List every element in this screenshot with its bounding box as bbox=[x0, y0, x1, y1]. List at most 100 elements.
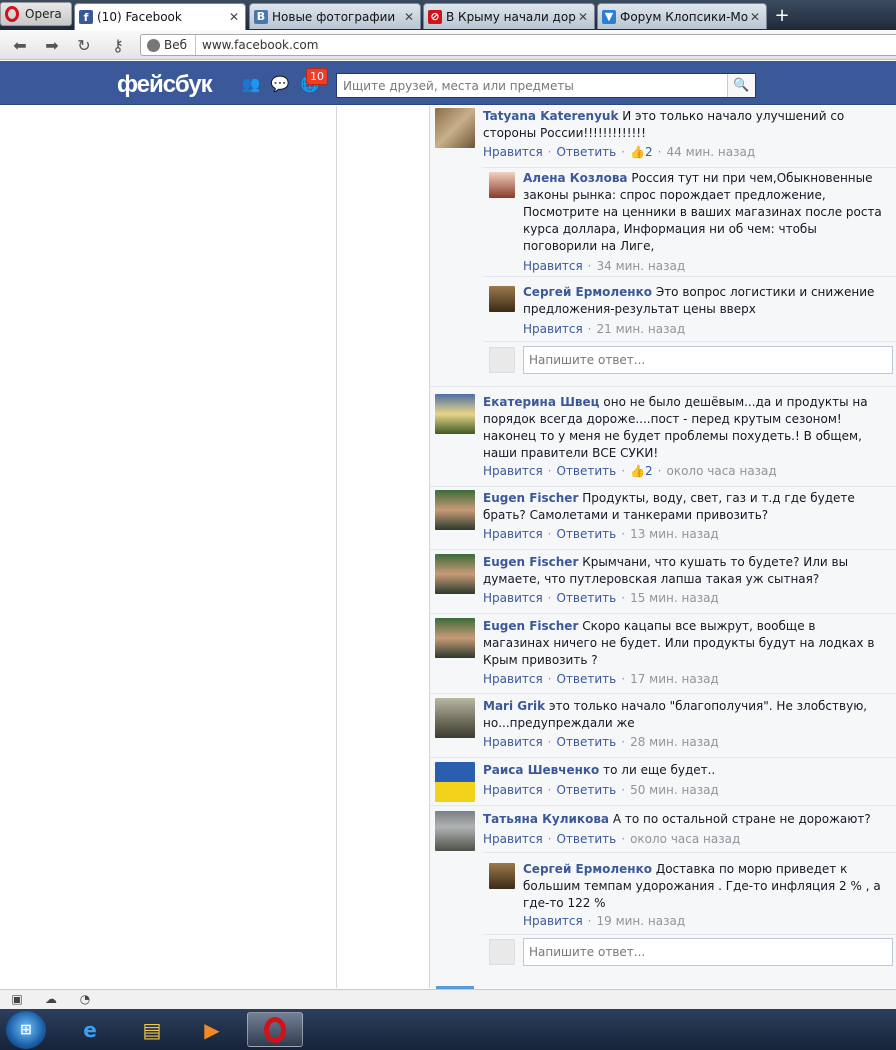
avatar[interactable] bbox=[435, 554, 475, 594]
comment-time[interactable]: 13 мин. назад bbox=[630, 527, 719, 541]
comment-time[interactable]: 50 мин. назад bbox=[630, 783, 719, 797]
comment-time[interactable]: 19 мин. назад bbox=[597, 914, 686, 928]
tab-vk-photos[interactable]: B Новые фотографии ✕ bbox=[249, 3, 421, 29]
start-button[interactable]: ⊞ bbox=[6, 1011, 46, 1049]
opera-taskbar-icon[interactable] bbox=[247, 1012, 303, 1047]
comment-time[interactable]: 34 мин. назад bbox=[597, 259, 686, 273]
comment-author[interactable]: Раиса Шевченко bbox=[483, 763, 599, 777]
avatar[interactable] bbox=[489, 863, 515, 889]
close-tab-icon[interactable]: ✕ bbox=[227, 10, 241, 24]
speed-dial-icon[interactable]: ◔ bbox=[77, 992, 93, 1006]
tab-facebook[interactable]: f (10) Facebook ✕ bbox=[74, 3, 246, 30]
like-link[interactable]: Нравится bbox=[483, 832, 543, 846]
media-player-icon[interactable]: ▶ bbox=[184, 1012, 240, 1047]
comment-author[interactable]: Сергей Ермоленко bbox=[523, 862, 652, 876]
back-button[interactable]: ⬅ bbox=[10, 35, 30, 55]
comment-actions: Нравится · 21 мин. назад bbox=[523, 322, 686, 336]
close-tab-icon[interactable]: ✕ bbox=[748, 10, 762, 24]
likes-count[interactable]: 👍2 bbox=[630, 145, 653, 159]
comment-time[interactable]: 21 мин. назад bbox=[597, 322, 686, 336]
address-prefix: Веб bbox=[164, 38, 188, 52]
reply-input[interactable]: Напишите ответ... bbox=[523, 346, 893, 374]
avatar[interactable] bbox=[489, 286, 515, 312]
avatar[interactable] bbox=[489, 172, 515, 198]
like-link[interactable]: Нравится bbox=[483, 783, 543, 797]
internet-explorer-icon[interactable]: e bbox=[62, 1012, 118, 1047]
panel-toggle-icon[interactable]: ▣ bbox=[9, 992, 25, 1006]
divider bbox=[430, 757, 896, 758]
comment-author[interactable]: Алена Козлова bbox=[523, 171, 628, 185]
reload-button[interactable]: ↻ bbox=[74, 35, 94, 55]
avatar[interactable] bbox=[435, 811, 475, 851]
like-link[interactable]: Нравится bbox=[483, 145, 543, 159]
like-link[interactable]: Нравится bbox=[483, 527, 543, 541]
comment-author[interactable]: Eugen Fischer bbox=[483, 555, 578, 569]
comment-author[interactable]: Сергей Ермоленко bbox=[523, 285, 652, 299]
close-tab-icon[interactable]: ✕ bbox=[576, 10, 590, 24]
comment-time[interactable]: около часа назад bbox=[667, 464, 777, 478]
tab-crimea-news[interactable]: ⊘ В Крыму начали доро ✕ bbox=[423, 3, 595, 29]
tab-forum[interactable]: ▼ Форум Клопсики-Мо ✕ bbox=[597, 3, 767, 29]
opera-menu-button[interactable]: Opera bbox=[0, 2, 72, 26]
reply-link[interactable]: Ответить bbox=[557, 591, 617, 605]
friend-requests-icon[interactable]: 👥 bbox=[241, 75, 261, 93]
comment-author[interactable]: Mari Grik bbox=[483, 699, 545, 713]
like-link[interactable]: Нравится bbox=[483, 735, 543, 749]
comment-author[interactable]: Tatyana Katerenyuk bbox=[483, 109, 618, 123]
divider bbox=[430, 805, 896, 806]
like-link[interactable]: Нравится bbox=[483, 672, 543, 686]
comment-time[interactable]: 15 мин. назад bbox=[630, 591, 719, 605]
reply-link[interactable]: Ответить bbox=[557, 672, 617, 686]
like-link[interactable]: Нравится bbox=[523, 259, 583, 273]
key-icon[interactable]: ⚷ bbox=[106, 35, 130, 55]
comment-actions: Нравится · Ответить · 👍2 · 44 мин. назад bbox=[483, 145, 756, 159]
avatar[interactable] bbox=[435, 762, 475, 802]
reply-link[interactable]: Ответить bbox=[557, 464, 617, 478]
avatar bbox=[489, 939, 515, 965]
reply-link[interactable]: Ответить bbox=[557, 832, 617, 846]
reply-link[interactable]: Ответить bbox=[557, 783, 617, 797]
likes-number: 2 bbox=[645, 464, 653, 478]
comment-time[interactable]: 28 мин. назад bbox=[630, 735, 719, 749]
messages-icon[interactable]: 💬 bbox=[270, 75, 290, 93]
comment-author[interactable]: Екатерина Швец bbox=[483, 395, 600, 409]
cloud-icon[interactable]: ☁ bbox=[43, 992, 59, 1006]
address-bar[interactable]: Веб www.facebook.com bbox=[140, 34, 896, 56]
facebook-logo[interactable]: фейсбук bbox=[117, 71, 213, 99]
comment-time[interactable]: 17 мин. назад bbox=[630, 672, 719, 686]
windows-logo-icon: ⊞ bbox=[20, 1022, 32, 1038]
reply-link[interactable]: Ответить bbox=[557, 527, 617, 541]
comment-text: то ли еще будет.. bbox=[603, 763, 716, 777]
reply-input[interactable]: Напишите ответ... bbox=[523, 938, 893, 966]
like-link[interactable]: Нравится bbox=[523, 914, 583, 928]
search-icon[interactable]: 🔍 bbox=[727, 74, 755, 97]
comment-actions: Нравится · Ответить · 15 мин. назад bbox=[483, 591, 719, 605]
address-web-badge[interactable]: Веб bbox=[141, 35, 197, 55]
comment-author[interactable]: Eugen Fischer bbox=[483, 491, 578, 505]
avatar[interactable] bbox=[435, 108, 475, 148]
comment-author[interactable]: Eugen Fischer bbox=[483, 619, 578, 633]
browser-status-bar: ▣ ☁ ◔ bbox=[0, 989, 896, 1009]
comment-time[interactable]: 44 мин. назад bbox=[667, 145, 756, 159]
reply-link[interactable]: Ответить bbox=[557, 735, 617, 749]
close-tab-icon[interactable]: ✕ bbox=[402, 10, 416, 24]
avatar[interactable] bbox=[435, 698, 475, 738]
comment-author[interactable]: Татьяна Куликова bbox=[483, 812, 609, 826]
thumbs-up-icon: 👍 bbox=[630, 464, 646, 478]
avatar[interactable] bbox=[435, 394, 475, 434]
column-divider bbox=[336, 106, 337, 988]
likes-count[interactable]: 👍2 bbox=[630, 464, 653, 478]
like-link[interactable]: Нравится bbox=[483, 591, 543, 605]
address-url[interactable]: www.facebook.com bbox=[196, 38, 318, 52]
comment-time[interactable]: около часа назад bbox=[630, 832, 740, 846]
file-explorer-icon[interactable]: ▤ bbox=[124, 1012, 180, 1047]
reply-link[interactable]: Ответить bbox=[557, 145, 617, 159]
like-link[interactable]: Нравится bbox=[483, 464, 543, 478]
like-link[interactable]: Нравится bbox=[523, 322, 583, 336]
forward-button[interactable]: ➡ bbox=[42, 35, 62, 55]
new-tab-button[interactable]: + bbox=[770, 4, 794, 26]
avatar[interactable] bbox=[435, 618, 475, 658]
search-input[interactable] bbox=[337, 74, 727, 97]
notifications-badge[interactable]: 10 bbox=[306, 68, 328, 85]
avatar[interactable] bbox=[435, 490, 475, 530]
